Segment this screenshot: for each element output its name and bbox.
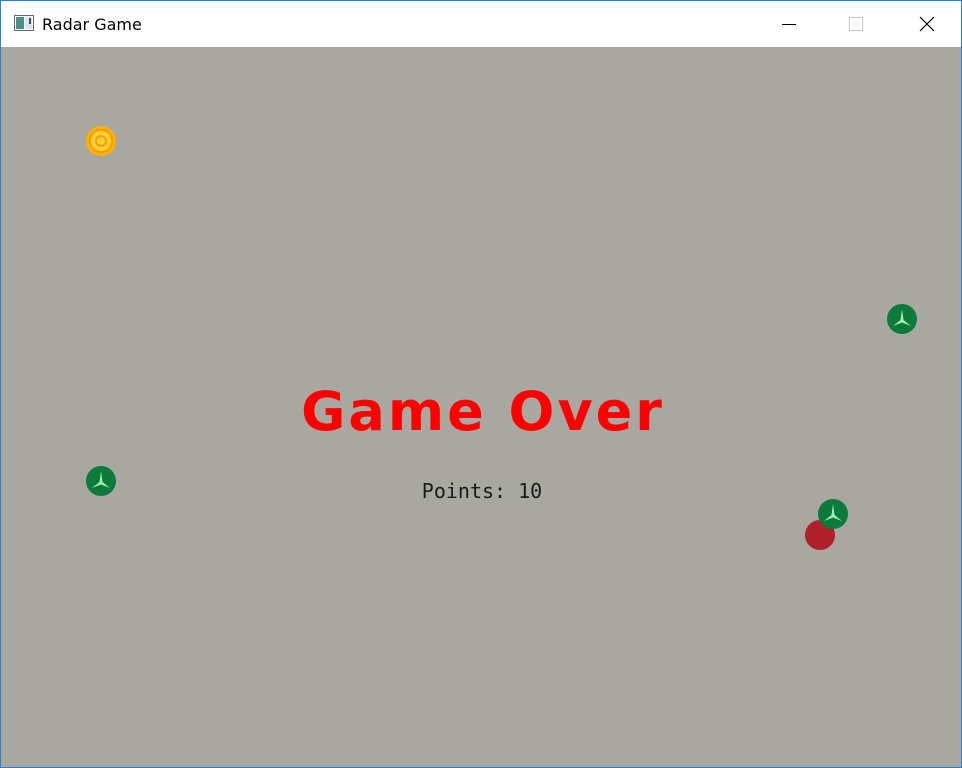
target-coin-icon — [85, 125, 117, 161]
maximize-button[interactable] — [833, 1, 879, 47]
minimize-button[interactable] — [765, 1, 811, 47]
window-title: Radar Game — [42, 15, 142, 34]
title-bar[interactable]: Radar Game — [1, 1, 961, 47]
app-window-icon — [14, 15, 34, 31]
green-ship-icon — [886, 303, 918, 339]
game-window: Radar Game Game Over Points: 10 — [0, 0, 962, 768]
game-over-text: Game Over — [301, 380, 665, 443]
points-display: Points: 10 — [421, 479, 543, 503]
close-button[interactable] — [903, 1, 949, 47]
game-canvas[interactable]: Game Over Points: 10 — [1, 47, 961, 767]
